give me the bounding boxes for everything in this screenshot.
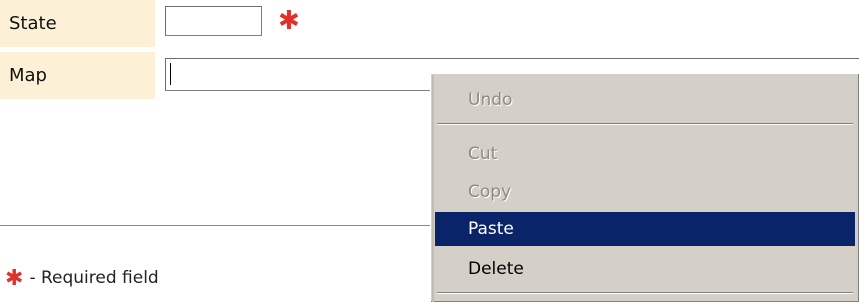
state-input[interactable]: [165, 6, 262, 36]
menu-item-cut[interactable]: Cut: [435, 137, 855, 171]
menu-separator: [437, 292, 853, 294]
menu-separator: [437, 123, 853, 125]
menu-item-paste[interactable]: Paste: [435, 212, 855, 246]
menu-item-copy[interactable]: Copy: [435, 175, 855, 209]
state-label: State: [0, 0, 155, 47]
menu-item-delete[interactable]: Delete: [435, 252, 855, 286]
menu-item-undo[interactable]: Undo: [435, 83, 855, 117]
required-field-text: - Required field: [29, 268, 159, 288]
form-divider: [0, 225, 436, 226]
required-field-note: ✱ - Required field: [5, 266, 159, 291]
form-page: State ✱ Map ✱ - Required field Undo Cut C…: [0, 0, 859, 302]
required-asterisk-icon: ✱: [5, 266, 24, 291]
context-menu: Undo Cut Copy Paste Delete: [430, 73, 859, 302]
menu-frame: [432, 75, 434, 302]
text-caret: [170, 63, 171, 85]
map-label: Map: [0, 52, 155, 99]
required-asterisk-icon: ✱: [278, 6, 300, 36]
